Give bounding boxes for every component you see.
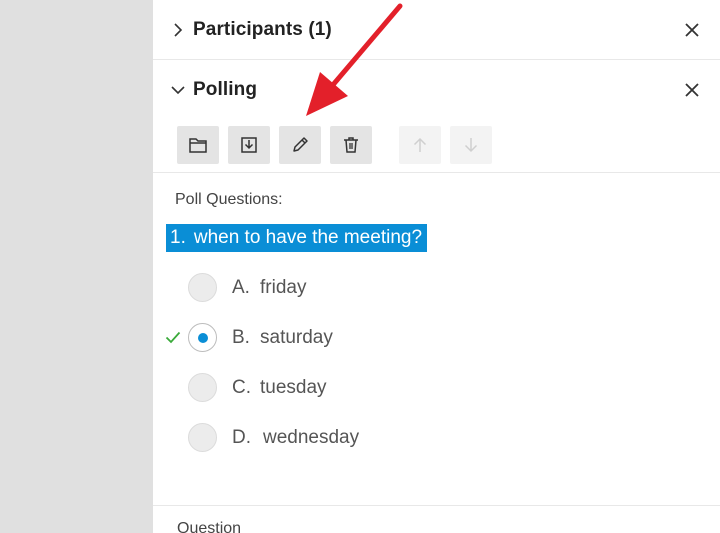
poll-question[interactable]: 1. when to have the meeting? (166, 224, 428, 252)
option-text: friday (260, 277, 307, 298)
poll-option[interactable]: D. wednesday (153, 422, 553, 454)
poll-option[interactable]: C. tuesday (153, 372, 553, 404)
chevron-down-icon[interactable] (171, 83, 185, 97)
radio-button-selected[interactable] (188, 323, 217, 352)
radio-button[interactable] (188, 423, 217, 452)
option-letter: B. (232, 327, 250, 348)
folder-icon (189, 138, 207, 153)
option-letter: A. (232, 277, 250, 298)
participants-header[interactable]: Participants (1) (153, 0, 720, 60)
arrow-up-icon (413, 137, 427, 152)
delete-poll-button[interactable] (330, 126, 372, 164)
polling-toolbar (177, 126, 501, 164)
participants-title: Participants (1) (193, 18, 332, 40)
arrow-down-icon (464, 138, 478, 153)
delete-icon (344, 137, 358, 153)
option-letter: C. (232, 377, 251, 398)
divider (153, 505, 720, 506)
option-text: wednesday (263, 427, 360, 448)
chevron-right-icon[interactable] (171, 22, 185, 37)
polling-title: Polling (193, 79, 258, 100)
question-number: 1. (170, 227, 186, 248)
radio-button[interactable] (188, 273, 217, 302)
poll-option-selected[interactable]: B. saturday (153, 322, 553, 354)
poll-option[interactable]: A. friday (153, 272, 553, 304)
edit-icon (293, 137, 308, 152)
question-text: when to have the meeting? (193, 227, 423, 248)
download-icon (241, 137, 257, 153)
close-icon[interactable] (682, 20, 702, 40)
move-up-button[interactable] (399, 126, 441, 164)
checkmark-icon (165, 331, 181, 344)
side-panel: Participants (1) Polling Poll Questions:… (153, 0, 720, 533)
poll-questions-label: Poll Questions: (175, 191, 283, 208)
polling-header[interactable]: Polling (153, 60, 720, 120)
question-section-label: Question (177, 520, 242, 533)
open-poll-button[interactable] (177, 126, 219, 164)
move-down-button[interactable] (450, 126, 492, 164)
option-letter: D. (232, 427, 251, 448)
edit-poll-button[interactable] (279, 126, 321, 164)
divider (153, 172, 720, 173)
option-text: saturday (260, 327, 333, 348)
radio-button[interactable] (188, 373, 217, 402)
close-icon[interactable] (682, 80, 702, 100)
save-poll-button[interactable] (228, 126, 270, 164)
left-sidebar-area (0, 0, 153, 533)
option-text: tuesday (260, 377, 327, 398)
